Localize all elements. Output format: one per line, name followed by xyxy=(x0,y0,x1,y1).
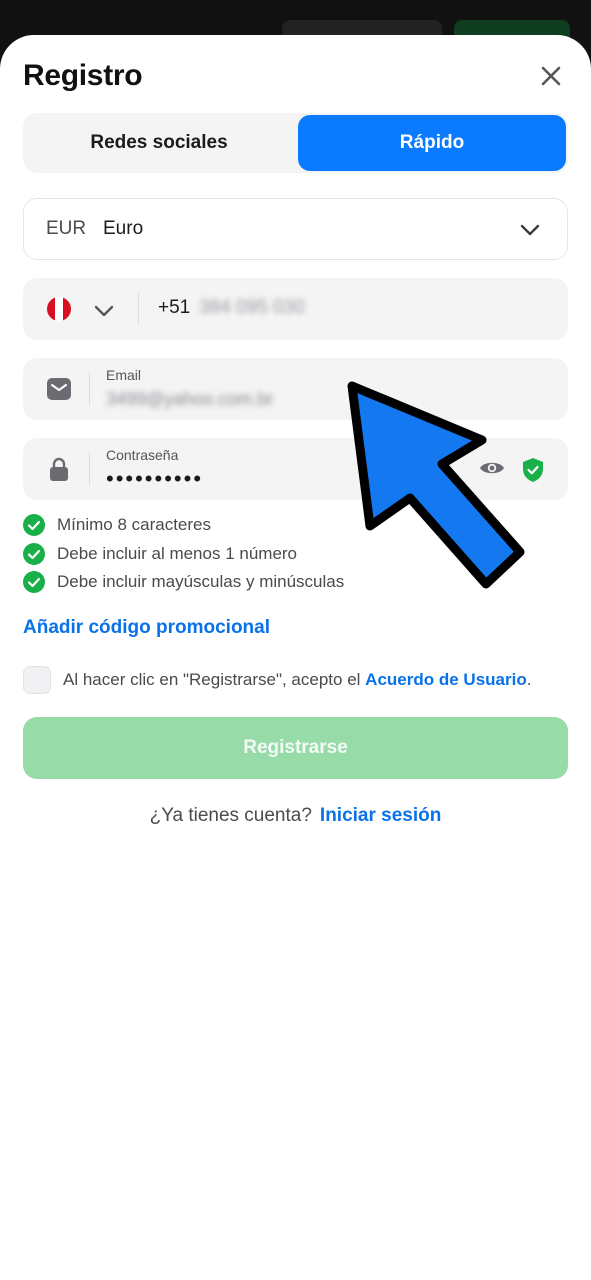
terms-checkbox[interactable] xyxy=(23,666,51,694)
password-rules-list: Mínimo 8 caracteres Debe incluir al meno… xyxy=(23,511,344,597)
annotation-arrow-icon xyxy=(347,381,525,589)
password-rule-text: Debe incluir mayúsculas y minúsculas xyxy=(57,572,345,592)
chevron-down-icon[interactable] xyxy=(93,300,115,327)
check-circle-icon xyxy=(23,571,45,594)
currency-name: Euro xyxy=(103,218,144,239)
terms-suffix: . xyxy=(526,670,532,689)
password-rule-text: Debe incluir al menos 1 número xyxy=(57,543,298,563)
registration-sheet: Registro Redes sociales Rápido EUR Euro … xyxy=(0,35,591,1280)
password-input[interactable]: •••••••••• xyxy=(106,466,203,492)
registration-tabs: Redes sociales Rápido xyxy=(23,113,568,173)
page-title: Registro xyxy=(23,59,143,92)
login-link[interactable]: Iniciar sesión xyxy=(320,805,441,826)
phone-field: +51 384 095 030 xyxy=(23,278,568,340)
tab-social-networks[interactable]: Redes sociales xyxy=(25,115,293,171)
peru-flag-icon[interactable] xyxy=(47,297,71,321)
check-circle-icon xyxy=(23,542,45,565)
terms-agreement: Al hacer clic en "Registrarse", acepto e… xyxy=(23,665,568,695)
login-prompt: ¿Ya tienes cuenta? Iniciar sesión xyxy=(0,805,591,827)
password-rule: Mínimo 8 caracteres xyxy=(23,511,344,540)
user-agreement-link[interactable]: Acuerdo de Usuario xyxy=(365,670,527,689)
register-button[interactable]: Registrarse xyxy=(23,717,568,779)
password-rule: Debe incluir al menos 1 número xyxy=(23,540,344,569)
tab-quick[interactable]: Rápido xyxy=(298,115,566,171)
divider xyxy=(89,453,90,485)
email-label: Email xyxy=(106,367,142,383)
divider xyxy=(138,293,139,325)
promo-code-link[interactable]: Añadir código promocional xyxy=(23,617,270,639)
envelope-icon xyxy=(47,378,71,405)
phone-input[interactable]: 384 095 030 xyxy=(199,297,305,319)
chevron-down-icon xyxy=(519,219,541,246)
check-circle-icon xyxy=(23,514,45,537)
password-rule: Debe incluir mayúsculas y minúsculas xyxy=(23,568,344,597)
password-rule-text: Mínimo 8 caracteres xyxy=(57,515,211,535)
password-label: Contraseña xyxy=(106,447,179,463)
currency-code: EUR xyxy=(46,218,87,239)
currency-select[interactable]: EUR Euro xyxy=(23,198,568,260)
close-icon[interactable] xyxy=(536,61,566,91)
phone-prefix: +51 xyxy=(158,297,191,318)
terms-text-line: Al hacer clic en "Registrarse", acepto e… xyxy=(63,670,531,690)
terms-text: Al hacer clic en "Registrarse", acepto e… xyxy=(63,670,361,689)
login-prompt-text: ¿Ya tienes cuenta? xyxy=(149,805,312,826)
lock-icon xyxy=(48,457,70,486)
divider xyxy=(89,373,90,405)
email-input[interactable]: 3499@yahoo.com.br xyxy=(106,389,273,410)
